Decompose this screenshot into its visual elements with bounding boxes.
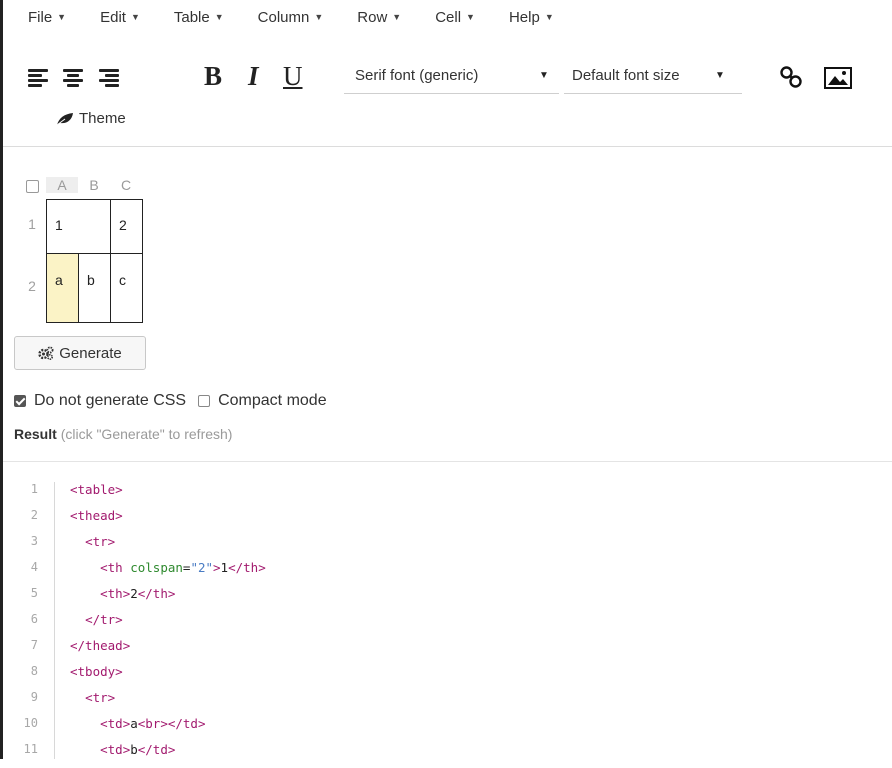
line-number: 3 [30, 534, 38, 548]
menu-bar: File ▼ Edit ▼ Table ▼ Column ▼ Row ▼ Cell ▼ He… [28, 9, 588, 31]
line-number: 2 [30, 508, 38, 522]
line-number: 6 [30, 612, 38, 626]
code-text: <th>2</th> [100, 586, 176, 601]
table-cell-r2-b[interactable]: b [78, 253, 111, 323]
image-button[interactable] [824, 67, 852, 94]
menu-row[interactable]: Row ▼ [357, 9, 401, 31]
menu-table[interactable]: Table ▼ [174, 9, 224, 31]
caret-down-icon: ▼ [214, 12, 224, 22]
code-text: <th colspan="2">1</th> [100, 560, 266, 575]
options-row: Do not generate CSS Compact mode [14, 392, 327, 410]
theme-label: Theme [79, 110, 126, 127]
caret-down-icon: ▼ [466, 12, 475, 22]
table-cell-r1-merged-ab[interactable]: 1 [46, 199, 111, 254]
column-header-a[interactable]: A [46, 177, 78, 193]
generate-label: Generate [59, 344, 122, 362]
line-number: 8 [30, 664, 38, 678]
caret-down-icon: ▼ [392, 12, 402, 22]
caret-down-icon: ▼ [130, 12, 140, 22]
code-text: <thead> [70, 508, 123, 523]
bold-button[interactable]: B [204, 60, 222, 92]
cogs-icon [38, 346, 54, 360]
row-header-1[interactable]: 1 [24, 216, 40, 232]
align-left-button[interactable] [28, 66, 48, 87]
table-cell-r2-c[interactable]: c [110, 253, 143, 323]
generate-button[interactable]: Generate [14, 336, 146, 370]
menu-edit[interactable]: Edit ▼ [100, 9, 140, 31]
code-text: <tr> [85, 534, 116, 549]
row-header-2[interactable]: 2 [24, 278, 40, 294]
code-gutter-divider [54, 482, 55, 759]
underline-button[interactable]: U [283, 60, 303, 92]
code-text: <tr> [85, 690, 116, 705]
no-css-label[interactable]: Do not generate CSS [34, 392, 186, 410]
align-right-button[interactable] [99, 66, 119, 87]
code-text: <td>a<br></td> [100, 716, 206, 731]
link-icon [780, 66, 802, 88]
link-button[interactable] [778, 64, 804, 95]
result-label: Result [14, 426, 57, 442]
font-family-value: Serif font (generic) [355, 67, 479, 84]
font-size-value: Default font size [572, 67, 680, 84]
menu-help[interactable]: Help ▼ [509, 9, 554, 31]
theme-button[interactable]: Theme [56, 110, 126, 127]
leaf-icon [56, 112, 73, 125]
image-icon [824, 67, 852, 89]
line-number: 10 [23, 716, 38, 730]
select-all-checkbox[interactable] [26, 180, 39, 193]
toolbar: B I U Serif font (generic) ▼ Default fon… [28, 60, 868, 100]
table-cell-r1-c[interactable]: 2 [110, 199, 143, 254]
line-number: 11 [23, 742, 38, 756]
column-header-c[interactable]: C [110, 177, 142, 193]
italic-button[interactable]: I [248, 60, 259, 92]
code-text: <td>b</td> [100, 742, 176, 757]
caret-down-icon: ▼ [544, 12, 554, 22]
code-text: </thead> [70, 638, 131, 653]
line-number: 4 [30, 560, 38, 574]
window-left-border [0, 0, 3, 759]
caret-down-icon: ▼ [314, 12, 324, 22]
code-text: <table> [70, 482, 123, 497]
menu-column[interactable]: Column ▼ [258, 9, 324, 31]
table-cell-r2-a[interactable]: a [46, 253, 79, 323]
font-size-select[interactable]: Default font size ▼ [564, 63, 742, 94]
result-hint: (click "Generate" to refresh) [60, 426, 233, 442]
compact-mode-checkbox[interactable] [198, 395, 211, 407]
caret-down-icon: ▼ [539, 70, 549, 81]
line-number: 1 [30, 482, 38, 496]
caret-down-icon: ▼ [715, 70, 725, 81]
no-css-checkbox[interactable] [14, 395, 26, 407]
menu-cell[interactable]: Cell ▼ [435, 9, 475, 31]
column-header-b[interactable]: B [78, 177, 110, 193]
code-text: </tr> [85, 612, 123, 627]
result-heading: Result (click "Generate" to refresh) [14, 426, 232, 442]
line-number: 9 [30, 690, 38, 704]
code-text: <tbody> [70, 664, 123, 679]
font-family-select[interactable]: Serif font (generic) ▼ [344, 63, 559, 94]
result-divider [3, 461, 892, 462]
toolbar-divider [3, 146, 892, 147]
align-center-button[interactable] [63, 66, 83, 87]
line-number: 7 [30, 638, 38, 652]
caret-down-icon: ▼ [57, 12, 67, 22]
menu-file[interactable]: File ▼ [28, 9, 66, 31]
compact-mode-label[interactable]: Compact mode [218, 392, 327, 410]
line-number: 5 [30, 586, 38, 600]
